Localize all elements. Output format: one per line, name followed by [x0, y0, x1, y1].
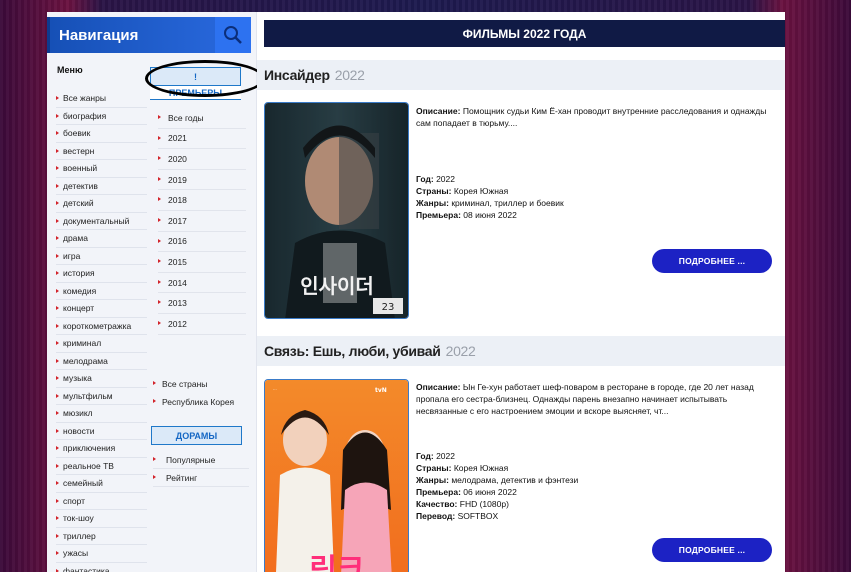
year-item[interactable]: 2013 [158, 293, 246, 314]
genre-item[interactable]: спорт [56, 493, 147, 510]
genre-item[interactable]: детектив [56, 178, 147, 195]
genre-item[interactable]: мультфильм [56, 388, 147, 405]
menu-title: Меню [57, 65, 83, 75]
doramy-button[interactable]: ДОРАМЫ [151, 426, 242, 445]
movie-poster[interactable]: 인사이더 23 [264, 102, 409, 319]
genre-item[interactable]: вестерн [56, 143, 147, 160]
meta-genres: Жанры: мелодрама, детектив и фэнтези [416, 475, 579, 485]
genre-item[interactable]: фантастика [56, 563, 147, 572]
meta-translation: Перевод: SOFTBOX [416, 511, 499, 521]
movie-poster[interactable]: ... tvN 링크 [264, 379, 409, 572]
year-item[interactable]: Все годы [158, 108, 246, 129]
year-item[interactable]: 2021 [158, 129, 246, 150]
year-item[interactable]: 2020 [158, 149, 246, 170]
year-item[interactable]: 2019 [158, 170, 246, 191]
movie-meta: Год: 2022 Страны: Корея Южная Жанры: кри… [416, 173, 778, 221]
meta-year: Год: 2022 [416, 451, 455, 461]
genre-item[interactable]: реальное ТВ [56, 458, 147, 475]
movie-title-bar: Связь: Ешь, люби, убивай 2022 [257, 336, 785, 366]
genre-item[interactable]: история [56, 265, 147, 283]
movie-info: Описание: Помощник судьи Ким Ё-хан прово… [416, 105, 778, 129]
year-item[interactable]: 2014 [158, 273, 246, 294]
genre-item[interactable]: документальный [56, 213, 147, 230]
more-button[interactable]: ПОДРОБНЕЕ ... [652, 249, 772, 273]
genre-item[interactable]: мюзикл [56, 405, 147, 423]
genre-item[interactable]: криминал [56, 335, 147, 353]
year-list: Все годы 2021 2020 2019 2018 2017 2016 2… [158, 108, 246, 335]
years-column: ! ПРЕМЬЕРЫ Все годы 2021 2020 2019 2018 … [150, 67, 246, 335]
meta-country: Страны: Корея Южная [416, 463, 509, 473]
doramy-section: ДОРАМЫ [151, 426, 243, 445]
sidebar: Навигация Меню Все жанры биография боеви… [47, 12, 265, 572]
genre-item[interactable]: триллер [56, 528, 147, 545]
search-button[interactable] [215, 17, 251, 53]
genre-item[interactable]: биография [56, 108, 147, 125]
year-item[interactable]: 2018 [158, 190, 246, 211]
year-item[interactable]: 2015 [158, 252, 246, 273]
meta-genres: Жанры: криминал, триллер и боевик [416, 198, 564, 208]
highlight-circle [145, 60, 265, 97]
more-button[interactable]: ПОДРОБНЕЕ ... [652, 538, 772, 562]
genre-item[interactable]: боевик [56, 125, 147, 143]
movie-year: 2022 [445, 343, 476, 359]
meta-quality: Качество: FHD (1080p) [416, 499, 509, 509]
meta-country: Страны: Корея Южная [416, 186, 509, 196]
genre-item[interactable]: ток-шоу [56, 510, 147, 528]
movie-title[interactable]: Связь: Ешь, люби, убивай [264, 343, 441, 359]
svg-text:tvN: tvN [375, 387, 387, 394]
movie-meta: Год: 2022 Страны: Корея Южная Жанры: мел… [416, 450, 778, 522]
country-item[interactable]: Все страны [153, 375, 249, 393]
meta-premiere: Премьера: 08 июня 2022 [416, 210, 517, 220]
poster-title: 인사이더 [300, 274, 374, 298]
svg-text:23: 23 [382, 302, 395, 313]
poster-image: ... tvN 링크 [265, 380, 408, 572]
poster-image: 인사이더 23 [265, 103, 408, 318]
genre-item[interactable]: мелодрама [56, 353, 147, 370]
page-title: ФИЛЬМЫ 2022 ГОДА [264, 20, 785, 47]
genre-item[interactable]: ужасы [56, 545, 147, 563]
year-item[interactable]: 2017 [158, 211, 246, 232]
movie-year: 2022 [334, 67, 365, 83]
genre-item[interactable]: игра [56, 248, 147, 265]
genre-item[interactable]: короткометражка [56, 318, 147, 335]
genre-item[interactable]: музыка [56, 370, 147, 388]
doramy-list: Популярные Рейтинг [153, 451, 249, 487]
genre-item[interactable]: семейный [56, 475, 147, 493]
doramy-item[interactable]: Популярные [153, 451, 249, 469]
genre-item[interactable]: приключения [56, 440, 147, 458]
country-list: Все страны Республика Корея [153, 375, 249, 411]
movie-title-bar: Инсайдер 2022 [257, 60, 785, 90]
meta-year: Год: 2022 [416, 174, 455, 184]
poster-title: 링크 [309, 553, 364, 572]
year-item[interactable]: 2016 [158, 232, 246, 253]
genre-item[interactable]: концерт [56, 300, 147, 318]
genre-list: Все жанры биография боевик вестерн военн… [56, 90, 147, 572]
genre-item[interactable]: военный [56, 160, 147, 178]
search-icon [224, 26, 242, 44]
nav-title: Навигация [59, 26, 139, 44]
page: Навигация Меню Все жанры биография боеви… [47, 12, 785, 572]
movie-description: Описание: Ын Ге-хун работает шеф-поваром… [416, 382, 754, 416]
svg-text:...: ... [273, 386, 277, 391]
genre-item[interactable]: комедия [56, 283, 147, 300]
doramy-item[interactable]: Рейтинг [153, 469, 249, 487]
year-item[interactable]: 2012 [158, 314, 246, 335]
movie-title[interactable]: Инсайдер [264, 67, 330, 83]
genre-item[interactable]: детский [56, 195, 147, 213]
country-item[interactable]: Республика Корея [153, 393, 249, 411]
genre-item[interactable]: драма [56, 230, 147, 248]
movie-info: Описание: Ын Ге-хун работает шеф-поваром… [416, 381, 778, 417]
movie-description: Описание: Помощник судьи Ким Ё-хан прово… [416, 106, 767, 128]
meta-premiere: Премьера: 06 июня 2022 [416, 487, 517, 497]
genre-item[interactable]: Все жанры [56, 90, 147, 108]
genre-item[interactable]: новости [56, 423, 147, 440]
main-content: ФИЛЬМЫ 2022 ГОДА Инсайдер 2022 인사이더 23 О… [257, 12, 785, 572]
nav-header: Навигация [47, 17, 251, 53]
